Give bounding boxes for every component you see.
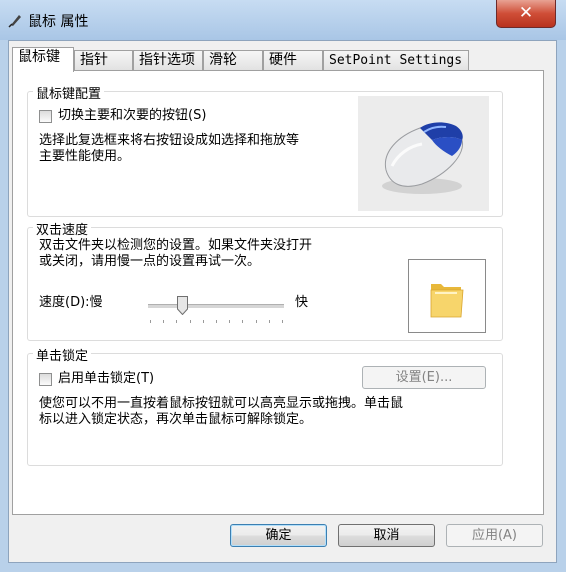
tab-label: 指针 [80,52,108,68]
mouse-illustration [358,96,489,211]
tab-hardware[interactable]: 硬件 [263,50,323,70]
click-lock-settings-button[interactable]: 设置(E)... [362,366,486,389]
speed-fast-label: 快 [295,295,309,310]
tab-pointer-options[interactable]: 指针选项 [133,50,203,70]
ok-button[interactable]: 确定 [230,524,327,547]
double-click-desc-line1: 双击文件夹以检测您的设置。如果文件夹没打开 [39,238,313,253]
switch-buttons-label[interactable]: 切换主要和次要的按钮(S) [58,108,206,124]
slider-tick [163,320,164,323]
slider-tick [190,320,191,323]
slider-tick [229,320,230,323]
folder-icon [430,284,464,318]
slider-tick [269,320,270,323]
tab-mouse-buttons[interactable]: 鼠标键 [12,47,74,72]
slider-tick [203,320,204,323]
speed-slider-track[interactable] [148,304,284,309]
enable-click-lock-label[interactable]: 启用单击锁定(T) [58,371,154,387]
speed-slider-thumb[interactable] [177,296,188,315]
title-bar[interactable]: 鼠标 属性 ✕ [0,0,566,40]
tab-label: 指针选项 [139,52,195,68]
double-click-desc-line2: 或关闭，请用慢一点的设置再试一次。 [39,254,261,269]
button-config-title: 鼠标键配置 [33,83,105,102]
tab-label: SetPoint Settings [329,53,463,68]
slider-tick [216,320,217,323]
tab-setpoint-settings[interactable]: SetPoint Settings [323,50,469,70]
cancel-button[interactable]: 取消 [338,524,435,547]
mouse-pointer-icon [8,15,21,28]
enable-click-lock-checkbox[interactable] [39,373,52,386]
slider-tick [150,320,151,323]
mouse-image-icon [382,122,464,194]
speed-slow-label: 速度(D):慢 [39,295,103,310]
window-title: 鼠标 属性 [28,14,89,30]
click-lock-desc-line2: 标以进入锁定状态，再次单击鼠标可解除锁定。 [39,412,313,427]
apply-button[interactable]: 应用(A) [446,524,543,547]
test-folder-area[interactable] [408,259,486,333]
tab-label: 滑轮 [209,52,237,68]
tab-label: 鼠标键 [18,49,60,65]
switch-buttons-checkbox[interactable] [39,110,52,123]
click-lock-desc-line1: 使您可以不用一直按着鼠标按钮就可以高亮显示或拖拽。单击鼠 [39,396,404,411]
close-button[interactable]: ✕ [496,0,556,28]
slider-tick [282,320,283,323]
button-config-desc-line2: 主要性能使用。 [39,149,131,164]
tab-label: 硬件 [269,52,297,68]
tab-wheel[interactable]: 滑轮 [203,50,263,70]
slider-tick [256,320,257,323]
tab-pointers[interactable]: 指针 [74,50,133,70]
click-lock-title: 单击锁定 [33,345,92,364]
double-click-title: 双击速度 [33,219,92,238]
button-config-desc-line1: 选择此复选框来将右按钮设成如选择和拖放等 [39,133,300,148]
slider-tick [176,320,177,323]
slider-tick [242,320,243,323]
close-icon: ✕ [518,3,534,23]
mouse-properties-window: 鼠标 属性 ✕ 鼠标键 指针 指针选项 滑轮 硬件 SetPoint Setti… [0,0,566,572]
